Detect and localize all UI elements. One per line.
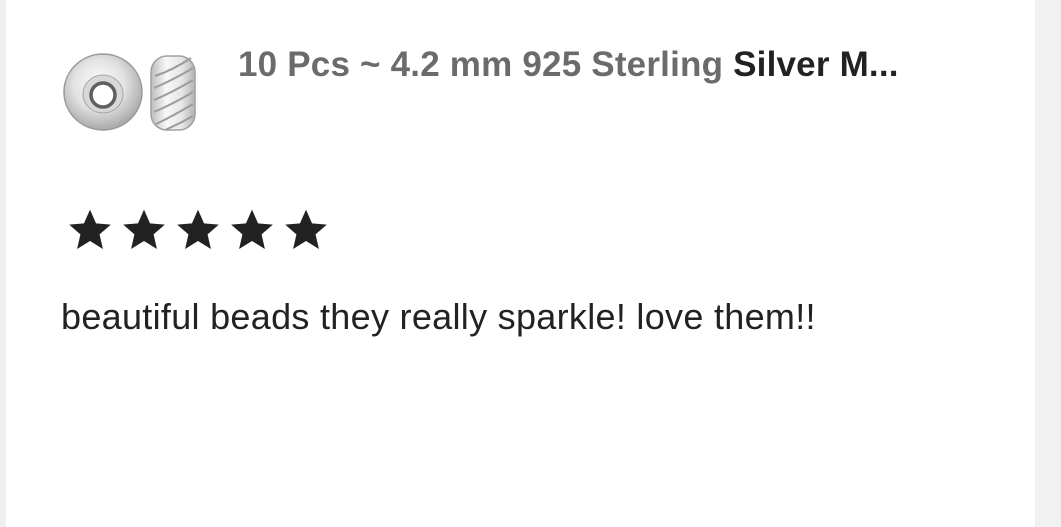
review-text: beautiful beads they really sparkle! lov… <box>61 296 816 337</box>
right-edge <box>1035 0 1061 527</box>
product-title-prefix: 10 Pcs ~ 4.2 mm 925 Sterling <box>238 45 734 84</box>
product-thumbnail[interactable] <box>61 50 201 134</box>
star-rating <box>64 205 332 255</box>
review-card: 10 Pcs ~ 4.2 mm 925 Sterling Silver M...… <box>6 0 1035 527</box>
product-title[interactable]: 10 Pcs ~ 4.2 mm 925 Sterling Silver M... <box>238 44 899 86</box>
product-title-suffix: Silver M... <box>733 45 899 84</box>
silver-beads-icon <box>63 53 196 131</box>
star-icon <box>177 209 219 249</box>
star-icon <box>231 209 273 249</box>
star-icon <box>69 209 111 249</box>
star-icon <box>123 209 165 249</box>
star-icon <box>285 209 327 249</box>
